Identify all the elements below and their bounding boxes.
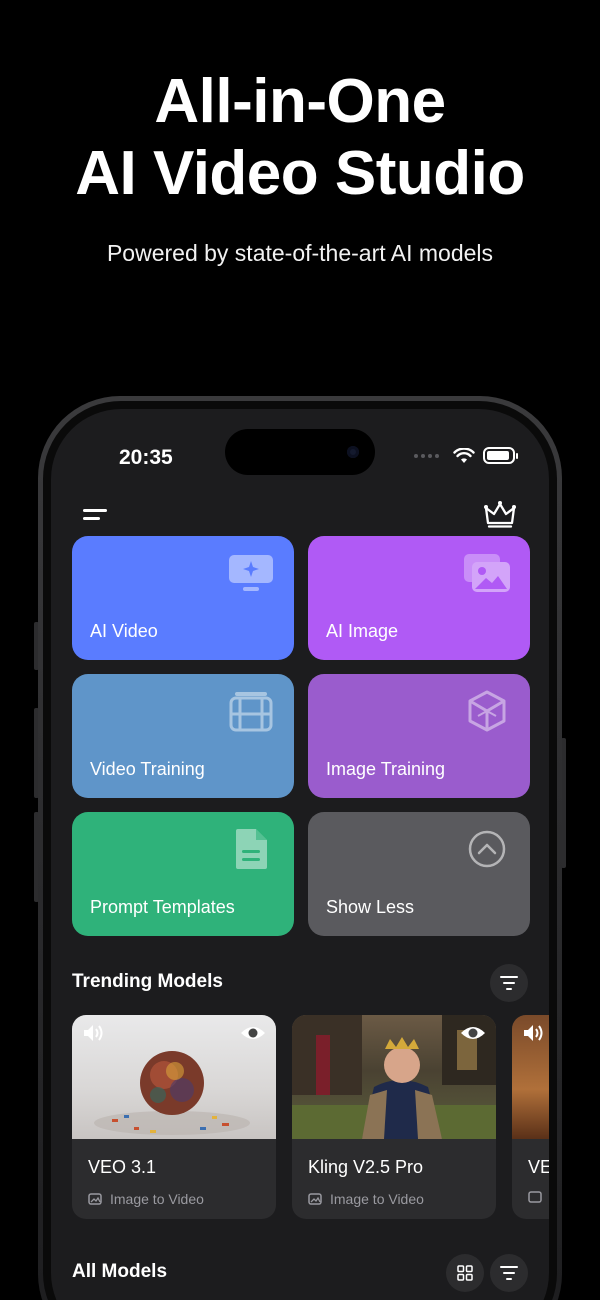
model-card-kling[interactable]: Kling V2.5 Pro Image to Video bbox=[292, 1015, 496, 1219]
status-indicators bbox=[414, 447, 518, 464]
phone-frame: 20:35 AI Video AI Image Video Training I… bbox=[38, 396, 562, 1300]
model-type bbox=[528, 1191, 542, 1203]
model-type: Image to Video bbox=[308, 1191, 424, 1207]
sound-icon[interactable] bbox=[82, 1023, 104, 1043]
model-type: Image to Video bbox=[88, 1191, 204, 1207]
tile-label: Prompt Templates bbox=[90, 897, 235, 917]
wifi-icon bbox=[453, 447, 475, 463]
model-preview-image bbox=[512, 1015, 549, 1139]
grid-view-button[interactable] bbox=[446, 1254, 484, 1292]
image-icon bbox=[528, 1191, 542, 1203]
image-icon bbox=[88, 1193, 102, 1205]
tile-label: Show Less bbox=[326, 897, 415, 917]
model-type-label: Image to Video bbox=[110, 1191, 204, 1207]
filter-icon bbox=[500, 1266, 518, 1280]
cube-icon bbox=[468, 690, 506, 732]
all-models-title: All Models bbox=[72, 1261, 168, 1282]
battery-level bbox=[487, 451, 509, 460]
trending-models-list: VEO 3.1 Image to Video Kling V2.5 Pro Im… bbox=[72, 1015, 549, 1219]
tile-ai-image[interactable]: AI Image bbox=[308, 536, 530, 660]
camera-dot bbox=[347, 446, 359, 458]
tile-prompt-templates[interactable]: Prompt Templates bbox=[72, 812, 294, 936]
tile-label: AI Video bbox=[90, 621, 158, 641]
dynamic-island bbox=[225, 429, 375, 475]
model-name: VE bbox=[528, 1157, 549, 1177]
tile-show-less[interactable]: Show Less bbox=[308, 812, 530, 936]
tile-label: Image Training bbox=[326, 759, 446, 779]
model-card-partial[interactable]: VE bbox=[512, 1015, 549, 1219]
app-screen: 20:35 AI Video AI Image Video Training I… bbox=[51, 409, 549, 1300]
crown-icon bbox=[484, 501, 516, 528]
tile-label: Video Training bbox=[90, 759, 205, 779]
tile-image-training[interactable]: Image Training bbox=[308, 674, 530, 798]
image-icon bbox=[308, 1193, 322, 1205]
sound-icon[interactable] bbox=[522, 1023, 544, 1043]
status-time: 20:35 bbox=[119, 446, 173, 469]
tile-label: AI Image bbox=[326, 621, 399, 641]
hamburger-icon-line bbox=[83, 517, 100, 520]
model-type-label: Image to Video bbox=[330, 1191, 424, 1207]
model-card-veo[interactable]: VEO 3.1 Image to Video bbox=[72, 1015, 276, 1219]
hamburger-icon bbox=[83, 509, 107, 512]
tile-video-training[interactable]: Video Training bbox=[72, 674, 294, 798]
all-models-filter-button[interactable] bbox=[490, 1254, 528, 1292]
model-preview-image bbox=[72, 1015, 276, 1139]
battery-icon bbox=[483, 447, 518, 464]
grid-icon bbox=[457, 1265, 473, 1281]
document-icon bbox=[236, 829, 267, 869]
images-icon bbox=[464, 554, 510, 592]
filter-icon bbox=[500, 976, 518, 990]
hero-title-line1: All-in-One bbox=[154, 67, 446, 136]
premium-button[interactable] bbox=[483, 499, 519, 535]
monitor-sparkle-icon bbox=[229, 555, 273, 591]
hero-subtitle: Powered by state-of-the-art AI models bbox=[106, 240, 494, 266]
model-preview-image bbox=[292, 1015, 496, 1139]
hero-title-line2: AI Video Studio bbox=[75, 139, 525, 208]
feature-grid: AI Video AI Image Video Training Image T… bbox=[72, 536, 530, 936]
eye-icon[interactable] bbox=[460, 1023, 486, 1043]
trending-filter-button[interactable] bbox=[490, 964, 528, 1002]
film-icon bbox=[229, 692, 273, 732]
eye-icon[interactable] bbox=[240, 1023, 266, 1043]
hero-title: All-in-One AI Video Studio bbox=[0, 66, 600, 210]
chevron-up-circle-icon bbox=[468, 830, 506, 868]
trending-models-title: Trending Models bbox=[72, 971, 223, 992]
menu-button[interactable] bbox=[83, 503, 119, 533]
model-name: Kling V2.5 Pro bbox=[308, 1157, 424, 1177]
tile-ai-video[interactable]: AI Video bbox=[72, 536, 294, 660]
phone-bezel: 20:35 AI Video AI Image Video Training I… bbox=[43, 401, 557, 1300]
signal-icon bbox=[414, 453, 439, 458]
model-name: VEO 3.1 bbox=[88, 1157, 157, 1177]
